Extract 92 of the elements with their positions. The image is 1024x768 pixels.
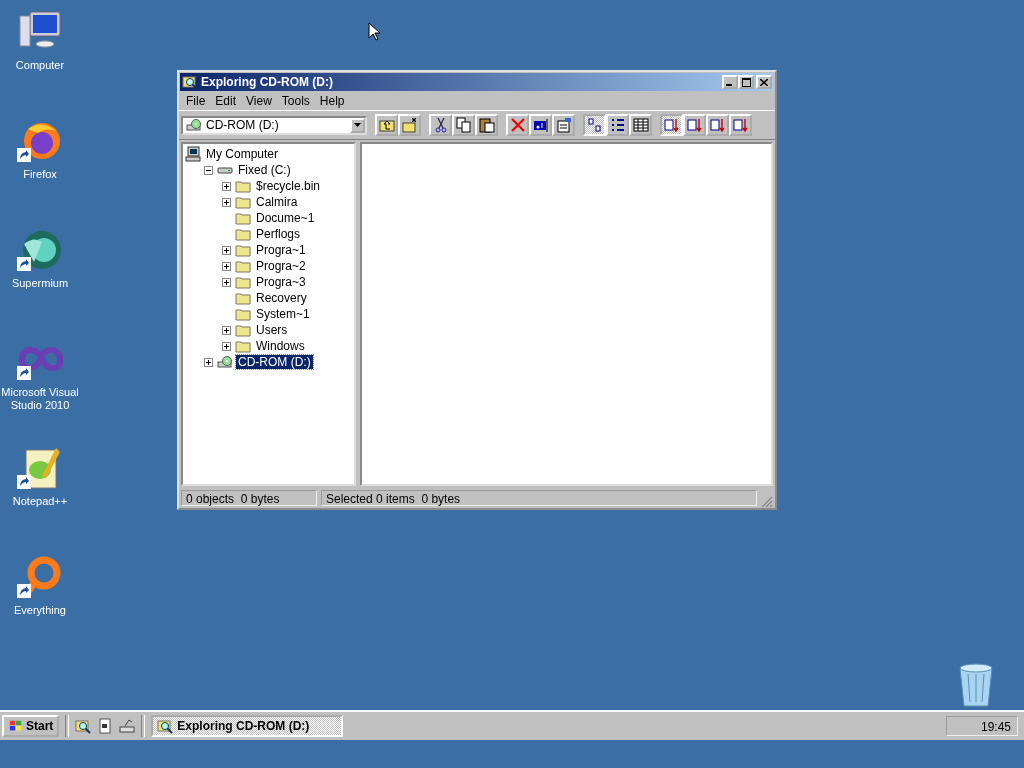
expand-toggle-icon[interactable]	[222, 261, 231, 271]
folder-up-icon	[378, 117, 395, 133]
toolbar-button[interactable]	[452, 114, 475, 136]
resize-grip-icon[interactable]	[761, 496, 773, 508]
menu-item[interactable]: Tools	[276, 94, 315, 108]
tree-item[interactable]: Recovery	[254, 291, 309, 305]
trash-can-icon[interactable]	[956, 660, 996, 708]
clock: 19:45	[946, 716, 1018, 736]
close-button[interactable]	[756, 75, 772, 89]
mouse-pointer-icon	[368, 22, 380, 41]
expand-toggle-icon[interactable]	[222, 181, 231, 191]
toolbar-button[interactable]	[398, 114, 421, 136]
menu-item[interactable]: Edit	[210, 94, 242, 108]
toolbar-button[interactable]	[529, 114, 552, 136]
toolbar-button[interactable]	[475, 114, 498, 136]
collapse-toggle-icon[interactable]	[204, 165, 213, 175]
toolbar-button[interactable]	[606, 114, 629, 136]
tree-item[interactable]: Windows	[254, 339, 307, 353]
folder-icon	[235, 194, 251, 210]
tree-item[interactable]: Users	[254, 323, 290, 337]
tree-item[interactable]: Progra~3	[254, 275, 308, 289]
toolbar-button[interactable]	[429, 114, 452, 136]
icon-label: Notepad++	[12, 495, 68, 508]
windows-logo-icon	[8, 719, 24, 733]
tree-item[interactable]: System~1	[254, 307, 312, 321]
cd-drive-icon	[217, 354, 233, 370]
taskbar-button[interactable]: Exploring CD-ROM (D:)	[151, 715, 344, 737]
icon-label: Firefox	[23, 168, 57, 181]
tree-item[interactable]: Docume~1	[254, 211, 317, 225]
drive-dropdown[interactable]: CD-ROM (D:)	[181, 115, 367, 135]
scissors-icon	[432, 117, 449, 133]
sort-name-icon	[663, 117, 680, 133]
sort-size-icon	[709, 117, 726, 133]
large-icons-icon	[586, 117, 603, 133]
details-icon	[632, 117, 649, 133]
expand-toggle-icon[interactable]	[204, 357, 213, 367]
magnifier-folder-icon	[182, 74, 198, 90]
folder-icon	[235, 242, 251, 258]
folder-icon	[235, 274, 251, 290]
toolbar-button[interactable]	[629, 114, 652, 136]
rename-icon	[532, 117, 549, 133]
icon-label: Supermium	[11, 277, 69, 290]
status-text: Selected 0 items 0 bytes	[321, 490, 757, 506]
expand-toggle-icon[interactable]	[222, 341, 231, 351]
folder-icon	[235, 178, 251, 194]
document-icon[interactable]	[97, 718, 114, 734]
tree-item[interactable]: Progra~1	[254, 243, 308, 257]
status-text: 0 objects 0 bytes	[181, 490, 317, 506]
toolbar-button[interactable]	[552, 114, 575, 136]
expand-toggle-icon[interactable]	[222, 325, 231, 335]
tree-item[interactable]: CD-ROM (D:)	[236, 355, 313, 369]
cd-drive-icon	[186, 117, 202, 133]
maximize-icon	[741, 77, 751, 87]
tree-item[interactable]: Perflogs	[254, 227, 303, 241]
icon-label: Everything	[14, 604, 66, 617]
small-icons-icon	[609, 117, 626, 133]
minimize-button[interactable]	[722, 75, 738, 89]
icon-label: Microsoft Visual Studio 2010	[0, 386, 80, 412]
window-title: Exploring CD-ROM (D:)	[201, 75, 334, 89]
properties-icon	[555, 117, 572, 133]
folder-icon	[235, 306, 251, 322]
menu-item[interactable]: File	[181, 94, 211, 108]
sort-date-icon	[732, 117, 749, 133]
tree-item[interactable]: Calmira	[254, 195, 300, 209]
folder-icon	[235, 258, 251, 274]
folder-icon	[235, 322, 251, 338]
copy-icon	[455, 117, 472, 133]
sort-type-icon	[686, 117, 703, 133]
icon-label: Computer	[15, 59, 65, 72]
menu-item[interactable]: Help	[314, 94, 350, 108]
expand-toggle-icon[interactable]	[222, 197, 231, 207]
drive-icon[interactable]	[119, 718, 136, 734]
computer-icon	[185, 146, 201, 162]
folder-icon	[235, 290, 251, 306]
start-button[interactable]: Start	[2, 715, 60, 737]
close-icon	[760, 78, 768, 86]
tree-item[interactable]: $recycle.bin	[254, 179, 323, 193]
tree-item[interactable]: Fixed (C:)	[236, 163, 293, 177]
folder-sparkle-icon	[401, 117, 418, 133]
expand-toggle-icon[interactable]	[222, 245, 231, 255]
maximize-button[interactable]	[738, 75, 754, 89]
magnifier-folder-icon[interactable]	[75, 718, 92, 734]
paste-icon	[478, 117, 495, 133]
delete-icon	[509, 117, 526, 133]
tree-item[interactable]: My Computer	[204, 147, 281, 161]
folder-icon	[235, 226, 251, 242]
caret-icon	[354, 123, 361, 127]
expand-toggle-icon[interactable]	[222, 277, 231, 287]
tree-item[interactable]: Progra~2	[254, 259, 308, 273]
folder-icon	[235, 210, 251, 226]
magnifier-folder-icon	[157, 718, 174, 734]
menu-item[interactable]: View	[241, 94, 277, 108]
